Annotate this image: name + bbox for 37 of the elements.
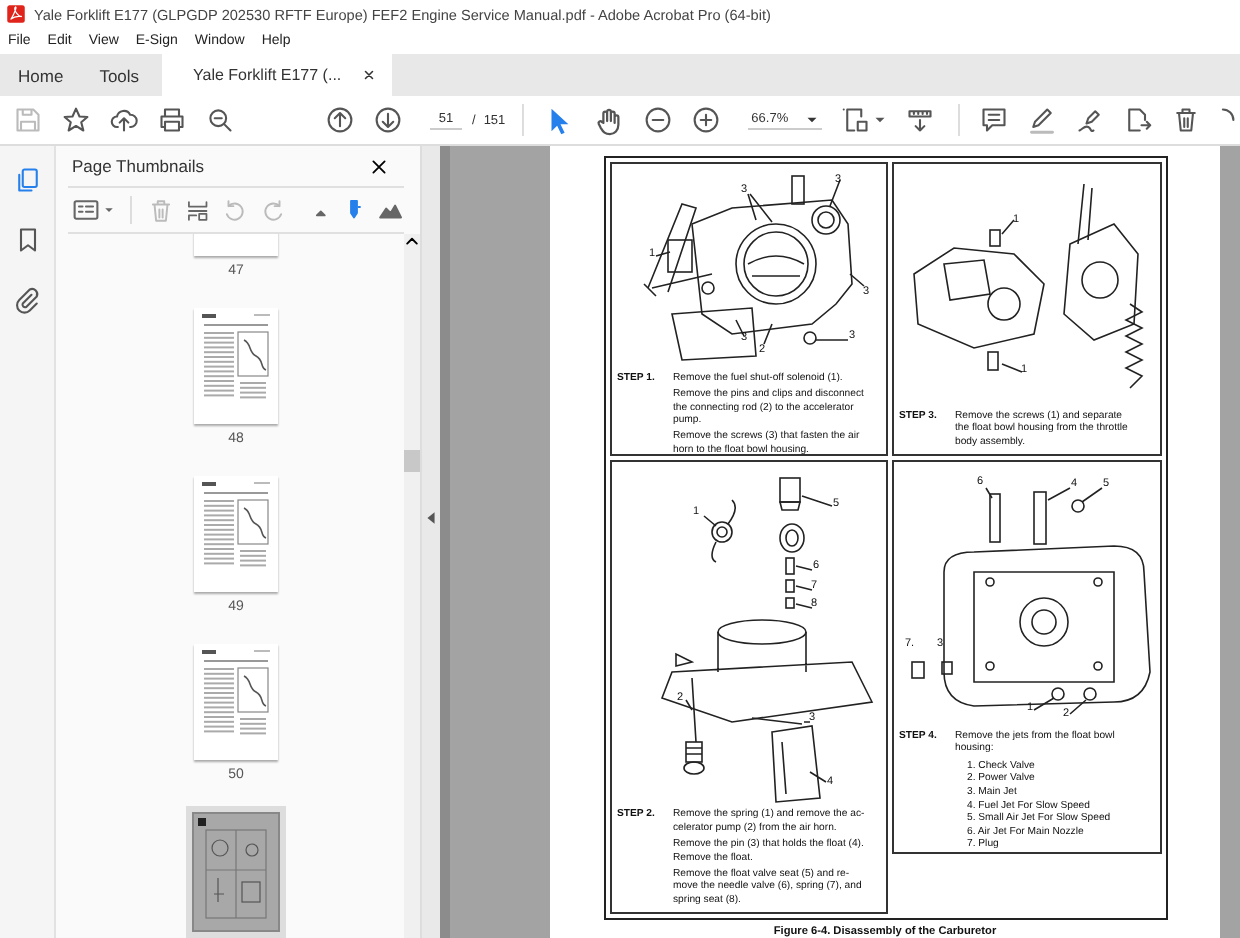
trash-icon[interactable] <box>1172 106 1201 134</box>
fit-page-icon[interactable] <box>842 106 871 134</box>
print-icon[interactable] <box>158 106 186 134</box>
page-thumbnail[interactable] <box>194 308 278 424</box>
page-up-icon[interactable] <box>326 106 354 134</box>
tab[interactable]: Yale Forklift E177 (... <box>161 54 392 96</box>
scroll-up-icon[interactable] <box>404 234 420 250</box>
caret-icon <box>806 115 819 123</box>
close-icon[interactable] <box>361 68 376 82</box>
cloud-upload-icon[interactable] <box>110 106 138 134</box>
scrollbar-track[interactable] <box>404 234 420 938</box>
panel-title: Page Thumbnails <box>72 156 204 176</box>
star-icon[interactable] <box>62 106 90 134</box>
zoom-out-icon[interactable] <box>206 106 234 134</box>
close-icon[interactable] <box>370 157 388 175</box>
extract-pages-icon[interactable] <box>185 197 210 223</box>
page-thumbnail[interactable] <box>192 812 280 932</box>
pages-icon[interactable] <box>13 166 41 194</box>
comment-icon[interactable] <box>980 106 1009 134</box>
collapse-panel-icon[interactable] <box>426 510 436 526</box>
caret-icon <box>104 206 114 214</box>
paperclip-icon[interactable] <box>13 286 41 314</box>
scrollbar-thumb[interactable] <box>404 450 420 472</box>
thumbnail-options-icon[interactable] <box>72 196 100 224</box>
highlighter-icon[interactable] <box>1028 106 1057 134</box>
tab[interactable]: Tools <box>81 54 158 96</box>
hand-icon[interactable] <box>593 105 624 135</box>
pen-icon[interactable] <box>1076 106 1105 134</box>
page-down-icon[interactable] <box>374 106 402 134</box>
tab[interactable]: Home <box>0 54 82 96</box>
scroll-mode-icon[interactable] <box>906 106 935 134</box>
share-document-icon[interactable] <box>1124 106 1153 134</box>
caret-icon <box>874 116 887 124</box>
page-thumbnail[interactable] <box>194 644 278 760</box>
page-thumbnail[interactable] <box>194 476 278 592</box>
zoom-in-circle-icon[interactable] <box>691 106 720 134</box>
zoom-out-circle-icon[interactable] <box>643 106 672 134</box>
